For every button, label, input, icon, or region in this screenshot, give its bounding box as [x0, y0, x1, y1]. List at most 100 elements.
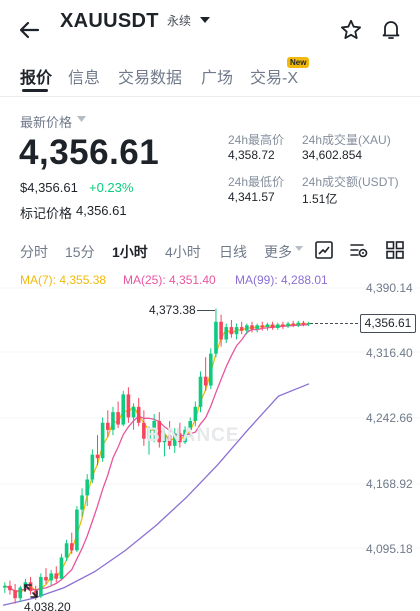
y-axis-tick: 4,168.92	[366, 477, 413, 491]
active-tab-indicator	[22, 89, 48, 92]
high-24h-value: 4,358.72	[228, 148, 275, 162]
caret-down-icon[interactable]	[198, 13, 212, 27]
candle-body	[209, 353, 213, 386]
candle-body	[255, 325, 259, 329]
low-annotation: 4,038.20	[24, 600, 71, 611]
candle-body	[291, 323, 295, 326]
candle-body	[301, 322, 306, 325]
candle-body	[224, 327, 229, 340]
interval-15m[interactable]: 15分	[65, 242, 95, 262]
tab-info[interactable]: 信息	[68, 64, 100, 88]
volume-base-label: 24h成交量(XAU)	[302, 133, 391, 147]
candle-body	[8, 585, 12, 591]
candle-body	[64, 543, 69, 558]
candle-body	[219, 321, 223, 340]
candle-body	[49, 573, 53, 581]
interval-4h[interactable]: 4小时	[165, 242, 201, 262]
candle-body	[126, 394, 131, 418]
candle-body	[13, 590, 17, 599]
low-24h-value: 4,341.57	[228, 190, 275, 204]
grid-layout-icon[interactable]	[385, 240, 405, 260]
candle-body	[121, 394, 126, 425]
candle-body	[296, 322, 301, 326]
candle-body	[75, 509, 79, 551]
interval-more[interactable]: 更多	[264, 242, 292, 262]
back-arrow-icon[interactable]	[16, 16, 44, 44]
candle-body	[54, 573, 59, 579]
candle-body	[265, 324, 270, 328]
ma99-line	[2, 383, 310, 606]
volume-quote-label: 24h成交额(USDT)	[302, 175, 399, 189]
mark-price-label: 标记价格	[20, 206, 73, 221]
contract-type-badge: 永续	[167, 14, 192, 28]
candle-body	[136, 406, 141, 423]
last-price: 4,356.61	[19, 133, 160, 172]
candle-body	[270, 324, 275, 328]
high-annotation: 4,373.38	[149, 303, 196, 317]
price-change-percent: +0.23%	[89, 180, 134, 195]
ma25-line	[4, 324, 309, 593]
candle-body	[44, 576, 48, 581]
tab-square[interactable]: 广场	[201, 64, 233, 88]
candle-body	[260, 325, 265, 328]
watermark: BINANCE	[146, 425, 240, 446]
chart-settings-icon[interactable]	[314, 240, 334, 260]
moving-average-lines	[2, 322, 310, 606]
candle-body	[131, 406, 136, 418]
candle-body	[3, 585, 7, 588]
ma7-line	[4, 322, 309, 593]
indicator-icon[interactable]	[349, 240, 369, 260]
caret-down-icon[interactable]	[295, 246, 303, 251]
expand-icon[interactable]	[22, 582, 40, 600]
volume-quote-value: 1.51亿	[302, 192, 338, 206]
low-24h-label: 24h最低价	[228, 175, 285, 189]
ma99-label: MA(99): 4,288.01	[235, 273, 328, 287]
candle-body	[214, 321, 218, 354]
candle-body	[116, 412, 120, 425]
y-axis-tick: 4,316.40	[366, 346, 413, 360]
last-price-label[interactable]: 最新价格	[20, 112, 72, 131]
candle-body	[69, 543, 74, 551]
caret-down-icon[interactable]	[77, 116, 86, 122]
candle-body	[234, 327, 239, 335]
interval-daily[interactable]: 日线	[219, 242, 247, 262]
candles-group	[3, 308, 311, 604]
volume-base-value: 34,602.854	[302, 148, 363, 162]
current-price-tag: 4,356.61	[360, 314, 416, 333]
candle-body	[95, 454, 100, 459]
y-axis-tick: 4,095.18	[366, 542, 413, 556]
candle-body	[111, 412, 115, 430]
candle-body	[80, 495, 84, 510]
usd-price: $4,356.61	[20, 180, 78, 195]
candle-body	[203, 376, 208, 386]
ma25-label: MA(25): 4,351.40	[123, 273, 216, 287]
top-bar: XAUUSDT 永续	[0, 0, 420, 56]
tabs-divider	[0, 96, 420, 97]
symbol-title[interactable]: XAUUSDT	[60, 10, 159, 33]
candle-body	[198, 376, 203, 407]
bell-icon[interactable]	[379, 17, 403, 41]
candle-body	[245, 325, 249, 331]
mark-price-value: 4,356.61	[76, 203, 127, 218]
y-axis-tick: 4,390.14	[366, 281, 413, 295]
new-badge: New	[287, 57, 310, 68]
candle-body	[281, 324, 285, 327]
candle-body	[193, 406, 198, 422]
star-icon[interactable]	[339, 18, 363, 42]
candle-body	[286, 323, 290, 327]
ma7-label: MA(7): 4,355.38	[20, 273, 107, 287]
y-axis-tick: 4,242.66	[366, 411, 413, 425]
candle-body	[90, 454, 95, 480]
candle-body	[239, 327, 244, 331]
high-24h-label: 24h最高价	[228, 133, 285, 147]
interval-1h[interactable]: 1小时	[112, 242, 148, 262]
candle-body	[106, 422, 110, 430]
tab-quote[interactable]: 报价	[20, 64, 52, 88]
interval-time-sharing[interactable]: 分时	[20, 242, 48, 262]
tab-trading-data[interactable]: 交易数据	[118, 64, 182, 88]
candle-body	[59, 557, 64, 579]
candle-body	[85, 479, 89, 496]
candle-body	[275, 324, 280, 328]
candle-body	[306, 323, 311, 325]
candle-body	[229, 327, 234, 335]
